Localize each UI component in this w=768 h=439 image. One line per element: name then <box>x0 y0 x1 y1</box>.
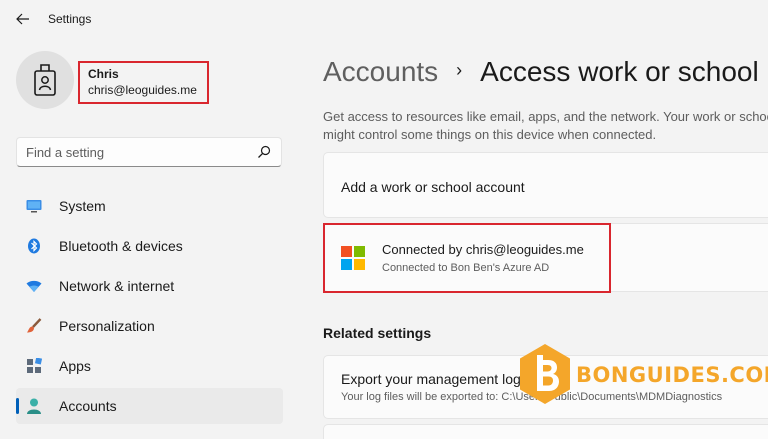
person-icon <box>26 398 42 414</box>
user-email: chris@leoguides.me <box>88 83 197 97</box>
sidebar-item-label: Bluetooth & devices <box>59 238 183 254</box>
microsoft-logo-icon <box>341 246 365 270</box>
sidebar-item-bluetooth[interactable]: Bluetooth & devices <box>16 228 283 264</box>
breadcrumb: Accounts › Access work or school <box>323 52 759 90</box>
next-settings-card[interactable] <box>323 424 768 439</box>
connected-account-title: Connected by chris@leoguides.me <box>382 242 584 257</box>
related-settings-heading: Related settings <box>323 325 432 341</box>
back-arrow-icon <box>16 13 29 25</box>
page-description: Get access to resources like email, apps… <box>323 109 768 142</box>
search-input[interactable] <box>17 138 247 166</box>
wifi-icon <box>26 278 42 294</box>
chevron-right-icon: › <box>456 60 463 80</box>
sidebar-item-label: Personalization <box>59 318 155 334</box>
page-title: Access work or school <box>480 56 759 87</box>
add-account-label: Add a work or school account <box>341 179 525 195</box>
user-info: Chris chris@leoguides.me <box>78 61 209 104</box>
brush-icon <box>26 318 42 334</box>
export-logs-subtitle: Your log files will be exported to: C:\U… <box>341 391 723 403</box>
id-badge-icon <box>34 64 56 96</box>
sidebar-item-accounts[interactable]: Accounts <box>16 388 283 424</box>
sidebar-item-apps[interactable]: Apps <box>16 348 283 384</box>
connected-account-card[interactable]: Connected by chris@leoguides.me Connecte… <box>323 223 768 292</box>
search-box[interactable] <box>16 137 282 167</box>
sidebar-item-network[interactable]: Network & internet <box>16 268 283 304</box>
export-logs-card[interactable]: Export your management log files Your lo… <box>323 355 768 419</box>
sidebar-item-label: System <box>59 198 106 214</box>
app-title: Settings <box>48 12 92 26</box>
avatar[interactable] <box>16 51 74 109</box>
monitor-icon <box>26 198 42 214</box>
sidebar-item-label: Apps <box>59 358 91 374</box>
apps-icon <box>26 358 42 374</box>
back-button[interactable] <box>12 8 34 30</box>
sidebar-item-system[interactable]: System <box>16 188 283 224</box>
bluetooth-icon <box>26 238 42 254</box>
export-logs-title: Export your management log files <box>341 371 550 387</box>
selection-indicator <box>16 398 19 414</box>
breadcrumb-parent-link[interactable]: Accounts <box>323 56 438 87</box>
connected-account-subtitle: Connected to Bon Ben's Azure AD <box>382 262 550 274</box>
sidebar-nav: System Bluetooth & devices Network & int… <box>16 188 283 428</box>
search-icon[interactable] <box>257 145 271 159</box>
sidebar-item-personalization[interactable]: Personalization <box>16 308 283 344</box>
user-name: Chris <box>88 67 119 81</box>
sidebar-item-label: Network & internet <box>59 278 175 294</box>
sidebar-item-label: Accounts <box>59 398 117 414</box>
title-bar: Settings <box>0 0 768 38</box>
add-work-school-account-card[interactable]: Add a work or school account <box>323 152 768 218</box>
